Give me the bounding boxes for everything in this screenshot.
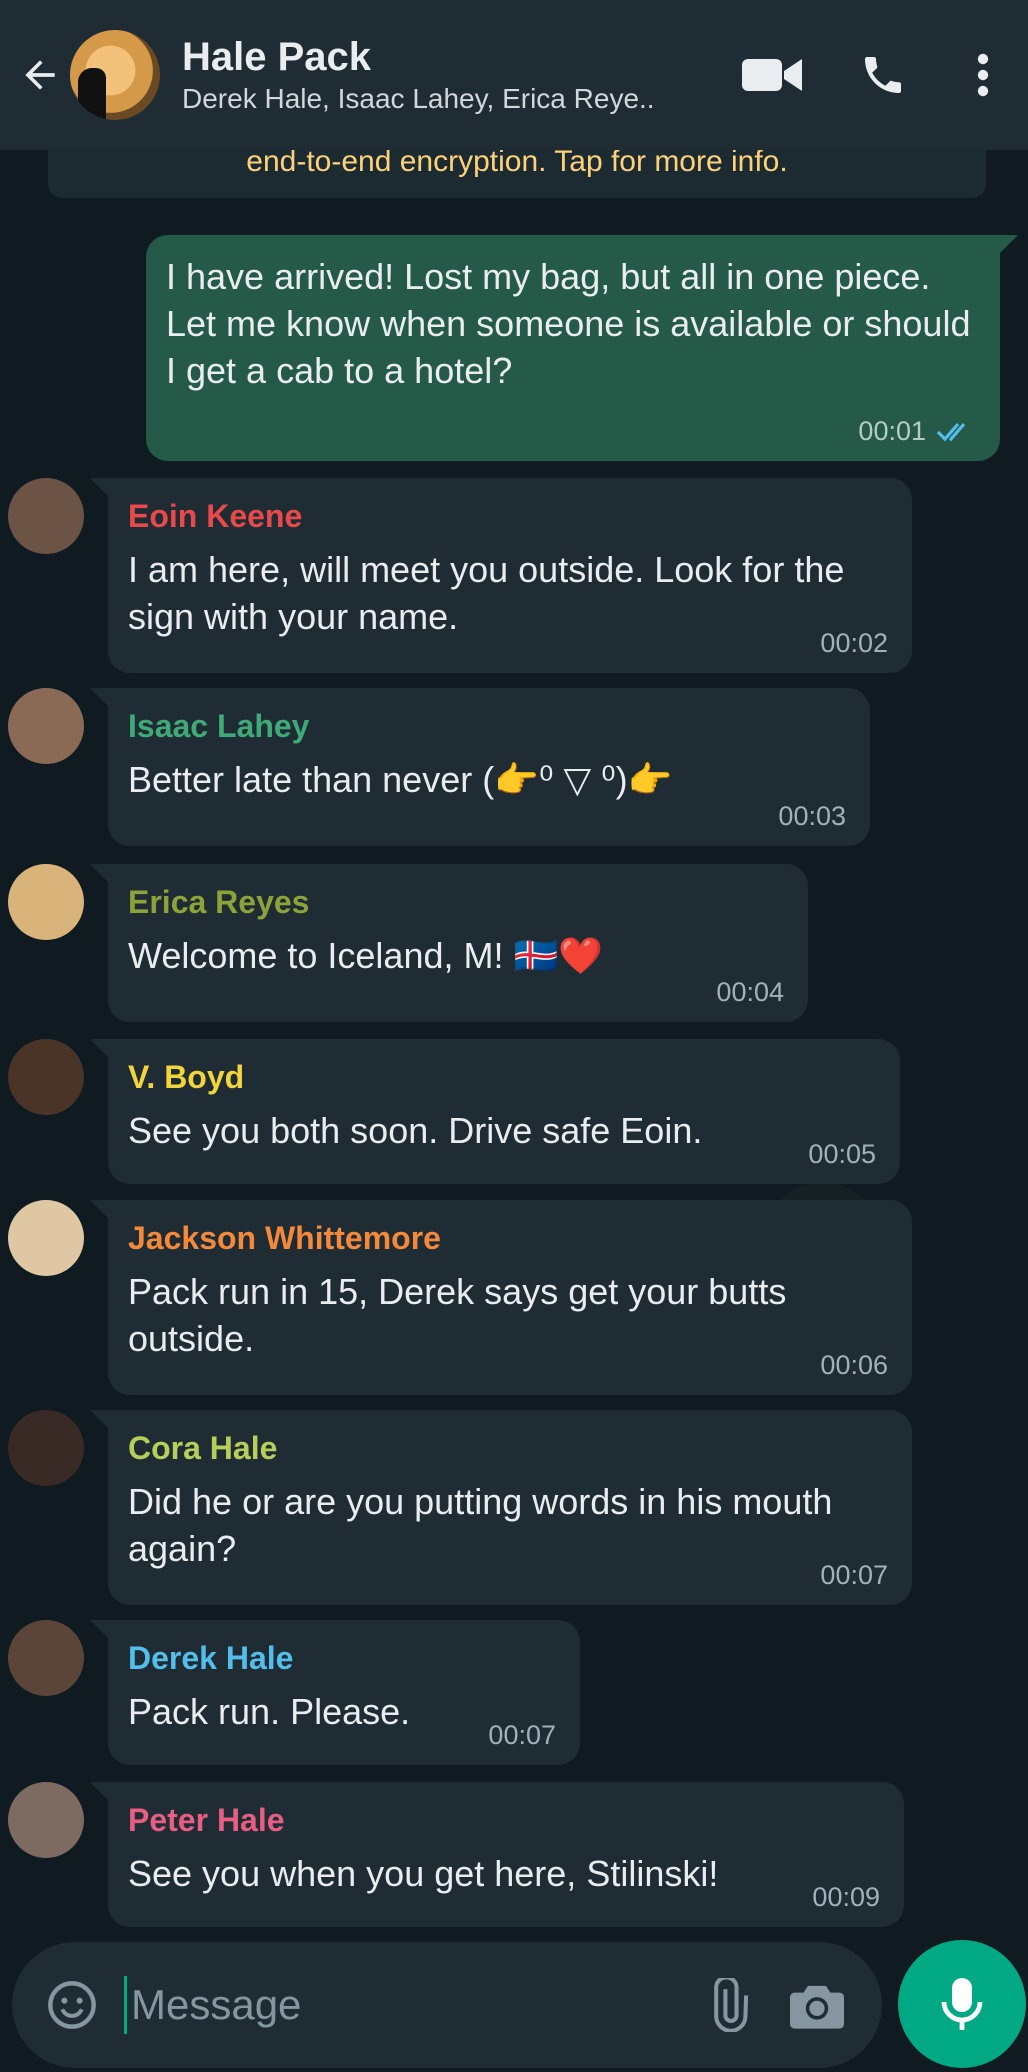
camera-button[interactable] bbox=[772, 1960, 862, 2050]
sender-avatar[interactable] bbox=[8, 864, 84, 940]
incoming-message[interactable]: Isaac Lahey Better late than never (👉⁰ ▽… bbox=[90, 688, 870, 846]
sender-name: Jackson Whittemore bbox=[128, 1220, 441, 1256]
back-arrow-icon[interactable] bbox=[10, 45, 70, 105]
sender-avatar[interactable] bbox=[8, 1200, 84, 1276]
sender-avatar[interactable] bbox=[8, 1410, 84, 1486]
sender-avatar[interactable] bbox=[8, 688, 84, 764]
double-check-read-icon bbox=[936, 422, 966, 441]
paperclip-icon bbox=[714, 1978, 749, 2032]
wolf-silhouette-icon bbox=[78, 68, 106, 120]
message-composer bbox=[12, 1942, 882, 2068]
video-call-button[interactable] bbox=[728, 30, 818, 120]
bubble-tail bbox=[90, 1410, 110, 1430]
incoming-message[interactable]: Jackson Whittemore Pack run in 15, Derek… bbox=[90, 1200, 912, 1395]
message-row: Peter Hale See you when you get here, St… bbox=[0, 1782, 1028, 1927]
sender-avatar[interactable] bbox=[8, 1620, 84, 1696]
message-row: Isaac Lahey Better late than never (👉⁰ ▽… bbox=[0, 688, 1028, 846]
message-text: Better late than never (👉⁰ ▽ ⁰)👉 bbox=[128, 759, 673, 800]
message-row: Eoin Keene I am here, will meet you outs… bbox=[0, 478, 1028, 673]
sender-name: Isaac Lahey bbox=[128, 708, 310, 744]
incoming-message[interactable]: Derek Hale Pack run. Please. 00:07 bbox=[90, 1620, 580, 1765]
message-time: 00:01 bbox=[858, 416, 926, 446]
message-time: 00:04 bbox=[716, 977, 784, 1007]
more-options-button[interactable] bbox=[938, 30, 1028, 120]
message-time: 00:07 bbox=[820, 1560, 888, 1590]
message-row: Cora Hale Did he or are you putting word… bbox=[0, 1410, 1028, 1605]
bubble-tail bbox=[90, 1200, 110, 1220]
incoming-message[interactable]: Erica Reyes Welcome to Iceland, M! 🇮🇸❤️ … bbox=[90, 864, 808, 1022]
bubble-tail bbox=[998, 235, 1018, 255]
incoming-message[interactable]: V. Boyd See you both soon. Drive safe Eo… bbox=[90, 1039, 900, 1184]
chat-header: Hale Pack Derek Hale, Isaac Lahey, Erica… bbox=[0, 0, 1028, 150]
emoji-button[interactable] bbox=[32, 1965, 112, 2045]
sender-avatar[interactable] bbox=[8, 478, 84, 554]
message-time: 00:02 bbox=[820, 628, 888, 658]
message-row: Erica Reyes Welcome to Iceland, M! 🇮🇸❤️ … bbox=[0, 864, 1028, 1022]
sender-name: Peter Hale bbox=[128, 1802, 285, 1838]
message-time: 00:07 bbox=[488, 1720, 556, 1750]
attach-button[interactable] bbox=[682, 1960, 772, 2050]
bubble-tail bbox=[90, 1620, 110, 1640]
sender-name: Eoin Keene bbox=[128, 498, 303, 534]
bubble-tail bbox=[90, 1039, 110, 1059]
message-row: V. Boyd See you both soon. Drive safe Eo… bbox=[0, 1039, 1028, 1184]
message-text: Pack run in 15, Derek says get your butt… bbox=[128, 1271, 787, 1359]
group-avatar[interactable] bbox=[70, 30, 160, 120]
voice-message-button[interactable] bbox=[898, 1940, 1026, 2068]
message-text: Welcome to Iceland, M! 🇮🇸❤️ bbox=[128, 935, 604, 976]
microphone-icon bbox=[941, 1978, 983, 2030]
bubble-tail bbox=[90, 688, 110, 708]
camera-icon bbox=[790, 1985, 844, 2029]
smiley-icon bbox=[48, 1981, 96, 2029]
message-text: See you when you get here, Stilinski! bbox=[128, 1853, 719, 1894]
bubble-tail bbox=[90, 1782, 110, 1802]
phone-icon bbox=[865, 57, 901, 93]
sender-name: Derek Hale bbox=[128, 1640, 294, 1676]
message-meta: 00:01 bbox=[858, 416, 976, 447]
video-camera-icon bbox=[742, 59, 802, 91]
incoming-message[interactable]: Peter Hale See you when you get here, St… bbox=[90, 1782, 904, 1927]
sender-name: Erica Reyes bbox=[128, 884, 310, 920]
message-input[interactable] bbox=[127, 1965, 682, 2045]
kebab-menu-icon bbox=[977, 53, 989, 97]
message-time: 00:03 bbox=[778, 801, 846, 831]
message-text: I have arrived! Lost my bag, but all in … bbox=[166, 256, 971, 391]
message-row: Jackson Whittemore Pack run in 15, Derek… bbox=[0, 1200, 1028, 1395]
bubble-tail bbox=[90, 864, 110, 884]
sender-avatar[interactable] bbox=[8, 1039, 84, 1115]
incoming-message[interactable]: Cora Hale Did he or are you putting word… bbox=[90, 1410, 912, 1605]
voice-call-button[interactable] bbox=[838, 30, 928, 120]
message-text: Did he or are you putting words in his m… bbox=[128, 1481, 833, 1569]
incoming-message[interactable]: Eoin Keene I am here, will meet you outs… bbox=[90, 478, 912, 673]
sender-avatar[interactable] bbox=[8, 1782, 84, 1858]
outgoing-message[interactable]: I have arrived! Lost my bag, but all in … bbox=[146, 235, 1018, 461]
group-members: Derek Hale, Isaac Lahey, Erica Reye.. bbox=[182, 83, 655, 114]
bubble-tail bbox=[90, 478, 110, 498]
message-text: I am here, will meet you outside. Look f… bbox=[128, 549, 845, 637]
group-name: Hale Pack bbox=[182, 35, 372, 79]
message-text: See you both soon. Drive safe Eoin. bbox=[128, 1110, 703, 1151]
chat-info[interactable]: Hale Pack Derek Hale, Isaac Lahey, Erica… bbox=[182, 33, 728, 117]
message-row: Derek Hale Pack run. Please. 00:07 bbox=[0, 1620, 1028, 1765]
message-time: 00:06 bbox=[820, 1350, 888, 1380]
sender-name: Cora Hale bbox=[128, 1430, 278, 1466]
message-time: 00:05 bbox=[808, 1139, 876, 1169]
message-time: 00:09 bbox=[812, 1882, 880, 1912]
sender-name: V. Boyd bbox=[128, 1059, 245, 1095]
